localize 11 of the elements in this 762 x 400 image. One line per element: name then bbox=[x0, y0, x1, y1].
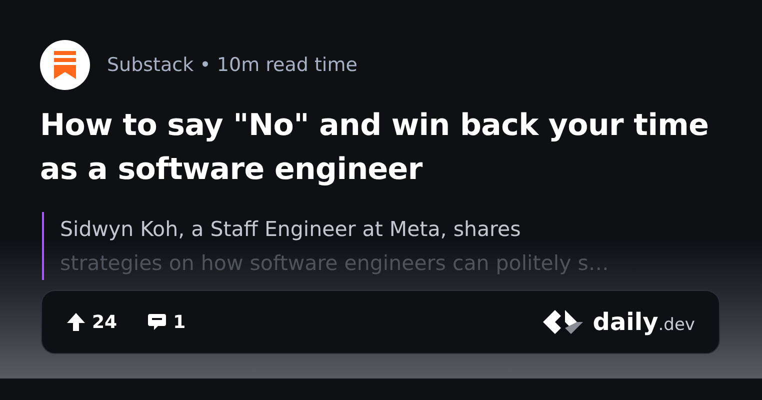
bookmark-icon bbox=[54, 51, 76, 79]
comment-button[interactable]: 1 bbox=[147, 312, 186, 332]
arrow-up-icon bbox=[66, 312, 86, 332]
article-title: How to say "No" and win back your time as a software engineer bbox=[40, 107, 710, 189]
brand-suffix: .dev bbox=[658, 315, 695, 335]
upvote-button[interactable]: 24 bbox=[66, 312, 118, 332]
brand-logo-icon bbox=[540, 308, 585, 336]
article-summary: Sidwyn Koh, a Staff Engineer at Meta, shares strategies on how software engineers can politely s… bbox=[42, 212, 720, 280]
brand-name: daily bbox=[592, 308, 658, 336]
comment-icon bbox=[147, 312, 168, 332]
source-meta: Substack • 10m read time bbox=[107, 54, 358, 76]
